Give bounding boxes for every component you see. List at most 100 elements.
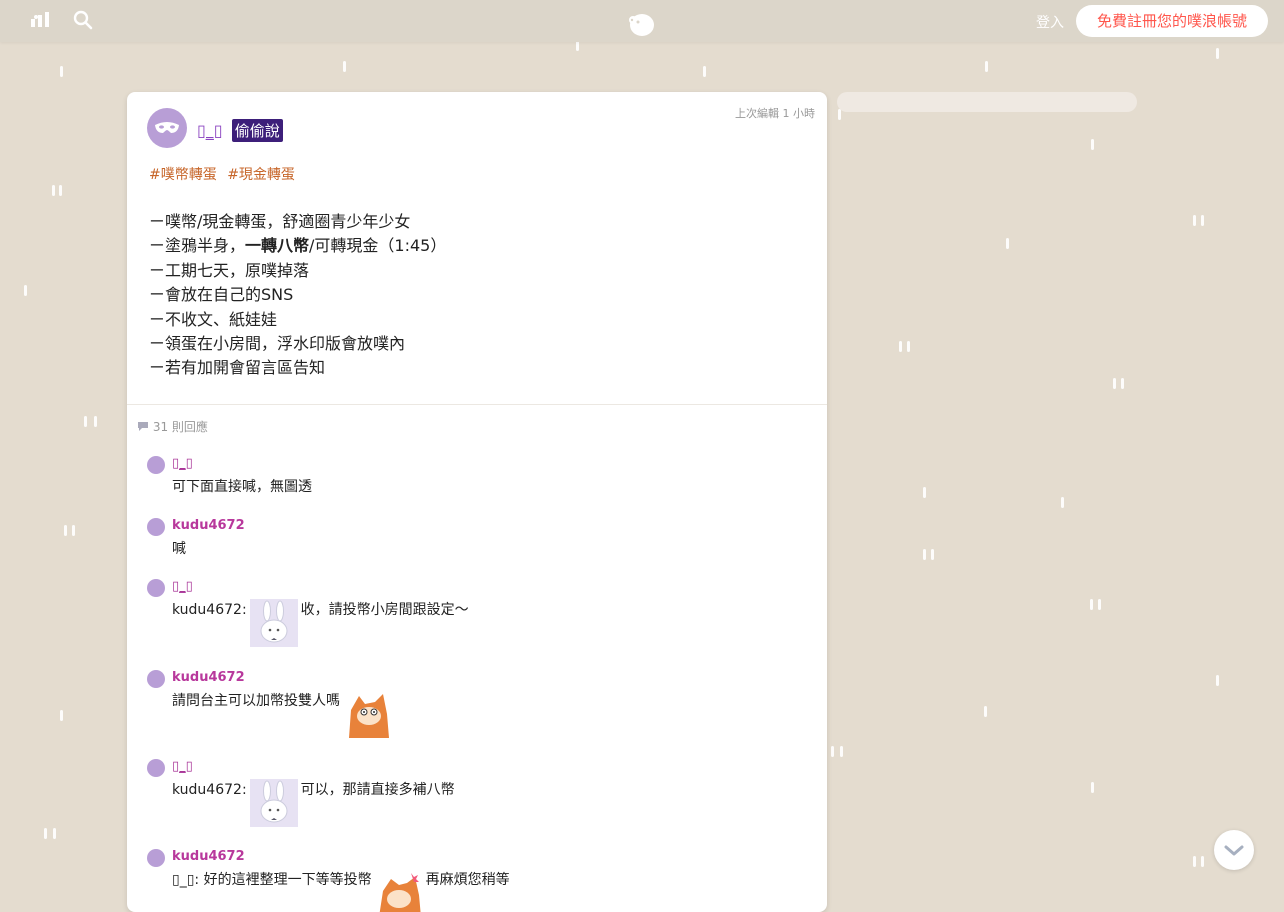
response-author[interactable]: kudu4672	[172, 849, 245, 864]
author-name[interactable]: ▯_▯	[197, 121, 223, 140]
response-body: 請問台主可以加幣投雙人嗎	[172, 693, 340, 709]
comment-icon	[137, 420, 153, 434]
response-count[interactable]: 31 則回應	[137, 418, 208, 435]
rain-drop	[1090, 599, 1093, 610]
stats-icon[interactable]	[30, 10, 54, 32]
search-icon[interactable]	[73, 10, 97, 32]
content-line: ㄧ領蛋在小房間，浮水印版會放噗內	[149, 334, 406, 354]
rain-drop	[1098, 599, 1101, 610]
rain-drop	[24, 285, 27, 296]
response-text: 可下面直接喊，無圖透	[172, 479, 312, 495]
response-text: ▯_▯: 好的這裡整理一下等等投幣 再麻煩您稍等	[172, 869, 510, 912]
content-text: /可轉現金（1:45）	[309, 236, 447, 256]
mention[interactable]: kudu4672:	[172, 602, 247, 618]
hashtag-link[interactable]: #現金轉蛋	[227, 167, 295, 183]
response-text: kudu4672: 可以，那請直接多補八幣	[172, 779, 455, 827]
avatar[interactable]	[147, 518, 165, 536]
rain-drop	[59, 185, 62, 196]
rain-drop	[907, 341, 910, 352]
response-author[interactable]: ▯_▯	[172, 456, 193, 471]
avatar[interactable]	[147, 108, 187, 148]
response-body: 再麻煩您稍等	[425, 872, 510, 888]
rain-drop	[64, 525, 67, 536]
rain-drop	[1061, 497, 1064, 508]
plurk-logo[interactable]	[626, 10, 658, 38]
rain-drop	[1006, 238, 1009, 249]
top-bar: 登入 免費註冊您的噗浪帳號	[0, 0, 1284, 42]
rain-drop	[1121, 378, 1124, 389]
rain-drop	[1193, 856, 1196, 867]
plurk-card: ▯_▯ 偷偷說 上次編輯 1 小時 #噗幣轉蛋 #現金轉蛋 ㄧ噗幣/現金轉蛋，舒…	[127, 92, 827, 912]
rain-drop	[1091, 782, 1094, 793]
scroll-down-button[interactable]	[1214, 830, 1254, 870]
fox-sticker-icon	[343, 690, 391, 738]
rain-drop	[984, 706, 987, 717]
response-body: 可以，那請直接多補八幣	[300, 782, 455, 798]
response-text: 喊	[172, 541, 186, 557]
content-line: ㄧ不收文、紙娃娃	[149, 309, 278, 329]
rain-drop	[838, 109, 841, 120]
rain-drop	[343, 61, 346, 72]
rain-drop	[840, 746, 843, 757]
content-line: ㄧ噗幣/現金轉蛋，舒適圈青少年少女	[149, 212, 411, 231]
rain-drop	[1216, 675, 1219, 686]
rain-drop	[985, 61, 988, 72]
rain-drop	[60, 710, 63, 721]
hashtags: #噗幣轉蛋 #現金轉蛋	[149, 164, 301, 184]
response-author[interactable]: ▯_▯	[172, 759, 193, 774]
content-line: ㄧ塗鴉半身，一轉八幣/可轉現金（1:45）	[149, 234, 446, 258]
rain-drop	[923, 549, 926, 560]
response-author[interactable]: ▯_▯	[172, 579, 193, 594]
rain-drop	[703, 66, 706, 77]
login-link[interactable]: 登入	[1036, 12, 1064, 32]
rain-drop	[1201, 856, 1204, 867]
rain-drop	[899, 341, 902, 352]
response-text: 請問台主可以加幣投雙人嗎	[172, 690, 394, 738]
content-line: ㄧ若有加開會留言區告知	[149, 358, 326, 378]
bunny-sticker-icon	[249, 779, 298, 827]
content-line: ㄧ會放在自己的SNS	[149, 285, 294, 305]
rain-drop	[94, 416, 97, 427]
rain-drop	[1091, 139, 1094, 150]
mention[interactable]: kudu4672:	[172, 782, 247, 798]
content-line: ㄧ工期七天，原噗掉落	[149, 260, 310, 280]
rain-drop	[52, 185, 55, 196]
sidebar-placeholder	[837, 92, 1137, 112]
fox-sticker-icon	[375, 869, 423, 912]
rain-drop	[931, 549, 934, 560]
rain-drop	[1193, 215, 1196, 226]
hashtag-link[interactable]: #噗幣轉蛋	[149, 167, 217, 183]
divider	[127, 404, 827, 405]
edited-time: 上次編輯 1 小時	[735, 107, 815, 120]
response-text: kudu4672: 收，請投幣小房間跟設定～	[172, 599, 469, 647]
response-body: 好的這裡整理一下等等投幣	[203, 872, 372, 888]
signup-button[interactable]: 免費註冊您的噗浪帳號	[1076, 5, 1268, 37]
avatar[interactable]	[147, 849, 165, 867]
author-line: ▯_▯ 偷偷說	[197, 119, 283, 142]
rain-drop	[44, 828, 47, 839]
post-content: ㄧ噗幣/現金轉蛋，舒適圈青少年少女 ㄧ塗鴉半身，一轉八幣/可轉現金（1:45） …	[149, 210, 446, 381]
avatar[interactable]	[147, 759, 165, 777]
rain-drop	[84, 416, 87, 427]
response-count-label: 31 則回應	[152, 420, 208, 434]
content-text: ㄧ塗鴉半身，	[149, 236, 246, 256]
rain-drop	[1216, 48, 1219, 59]
response-author[interactable]: kudu4672	[172, 670, 245, 685]
avatar[interactable]	[147, 456, 165, 474]
rain-drop	[923, 487, 926, 498]
avatar[interactable]	[147, 670, 165, 688]
mention[interactable]: ▯_▯:	[172, 872, 199, 888]
qualifier-badge: 偷偷說	[231, 119, 283, 142]
avatar[interactable]	[147, 579, 165, 597]
rain-drop	[72, 525, 75, 536]
response-body: 收，請投幣小房間跟設定～	[300, 602, 469, 618]
rain-drop	[1113, 378, 1116, 389]
rain-drop	[1201, 215, 1204, 226]
rain-drop	[53, 828, 56, 839]
rain-drop	[60, 66, 63, 77]
rain-drop	[831, 746, 834, 757]
chevron-down-icon	[1224, 845, 1244, 856]
content-bold: 一轉八幣	[245, 236, 310, 256]
response-author[interactable]: kudu4672	[172, 518, 245, 533]
bunny-sticker-icon	[249, 599, 298, 647]
